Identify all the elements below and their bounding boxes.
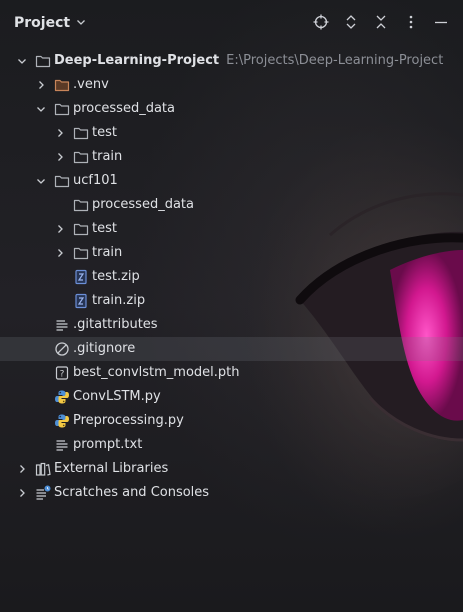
tree-item[interactable]: train bbox=[0, 145, 463, 169]
more-icon[interactable] bbox=[403, 13, 419, 31]
view-selector[interactable]: Project bbox=[14, 15, 86, 31]
tree-item[interactable]: test bbox=[0, 121, 463, 145]
tree-item[interactable]: test bbox=[0, 217, 463, 241]
tree-item[interactable]: train bbox=[0, 241, 463, 265]
tool-window-header: Project bbox=[0, 0, 463, 46]
chevron-right-icon[interactable] bbox=[54, 223, 66, 235]
unknown-file-icon: ? bbox=[54, 365, 70, 381]
folder-icon bbox=[73, 221, 89, 237]
expand-all-icon[interactable] bbox=[343, 13, 359, 31]
tree-item-label: Deep-Learning-Project bbox=[54, 53, 220, 68]
tree-item-text: test.zip bbox=[92, 269, 140, 284]
tree-item-text: train bbox=[92, 149, 122, 164]
svg-text:?: ? bbox=[60, 370, 65, 380]
tree-item-label: train bbox=[92, 149, 123, 164]
tree-item-text: processed_data bbox=[92, 197, 194, 212]
tree-item-text: processed_data bbox=[73, 101, 175, 116]
tree-item-text: prompt.txt bbox=[73, 437, 142, 452]
tree-item-text: ConvLSTM.py bbox=[73, 389, 161, 404]
chevron-right-icon[interactable] bbox=[54, 151, 66, 163]
chevron-right-icon[interactable] bbox=[54, 247, 66, 259]
collapse-all-icon[interactable] bbox=[373, 13, 389, 31]
ignore-file-icon bbox=[54, 341, 70, 357]
chevron-right-icon[interactable] bbox=[16, 487, 28, 499]
tree-item-text: test bbox=[92, 221, 117, 236]
tree-item-label: Preprocessing.py bbox=[73, 413, 184, 428]
tree-item[interactable]: .gitattributes bbox=[0, 313, 463, 337]
python-file-icon bbox=[54, 389, 70, 405]
tree-item-text: train.zip bbox=[92, 293, 145, 308]
python-file-icon bbox=[54, 413, 70, 429]
project-tree: Deep-Learning-Project E:\Projects\Deep-Le… bbox=[0, 49, 463, 505]
folder-icon bbox=[73, 197, 89, 213]
chevron-down-icon bbox=[76, 17, 86, 30]
chevron-right-icon[interactable] bbox=[54, 127, 66, 139]
folder-icon bbox=[54, 173, 70, 189]
text-file-icon bbox=[54, 317, 70, 333]
tree-item-text: Preprocessing.py bbox=[73, 413, 184, 428]
folder-icon bbox=[73, 125, 89, 141]
folder-icon bbox=[73, 149, 89, 165]
tree-item-label: External Libraries bbox=[54, 461, 169, 476]
view-title: Project bbox=[14, 15, 71, 31]
project-path: E:\Projects\Deep-Learning-Project bbox=[226, 53, 444, 68]
tree-item-text: .gitattributes bbox=[73, 317, 158, 332]
tree-item-label: best_convlstm_model.pth bbox=[73, 365, 240, 380]
tree-item[interactable]: .gitignore bbox=[0, 337, 463, 361]
folder-icon bbox=[35, 53, 51, 69]
tree-item[interactable]: processed_data bbox=[0, 193, 463, 217]
tree-item-label: .gitattributes bbox=[73, 317, 158, 332]
chevron-down-icon[interactable] bbox=[35, 175, 47, 187]
chevron-right-icon[interactable] bbox=[16, 463, 28, 475]
chevron-right-icon[interactable] bbox=[35, 79, 47, 91]
tree-item[interactable]: test.zip bbox=[0, 265, 463, 289]
folder-icon bbox=[73, 245, 89, 261]
tree-item-label: .venv bbox=[73, 77, 109, 92]
tree-item-label: prompt.txt bbox=[73, 437, 143, 452]
tree-item-label: test.zip bbox=[92, 269, 140, 284]
text-file-icon bbox=[54, 437, 70, 453]
tree-item-text: best_convlstm_model.pth bbox=[73, 365, 240, 380]
tree-item-text: Scratches and Consoles bbox=[54, 485, 209, 500]
tree-item-label: test bbox=[92, 125, 117, 140]
tree-item[interactable]: processed_data bbox=[0, 97, 463, 121]
tree-item[interactable]: train.zip bbox=[0, 289, 463, 313]
tree-item[interactable]: Deep-Learning-Project E:\Projects\Deep-Le… bbox=[0, 49, 463, 73]
tree-item-label: train bbox=[92, 245, 123, 260]
tree-item-label: test bbox=[92, 221, 117, 236]
tree-item-text: External Libraries bbox=[54, 461, 168, 476]
tree-item[interactable]: prompt.txt bbox=[0, 433, 463, 457]
tree-item-text: .gitignore bbox=[73, 341, 135, 356]
tree-item-text: Deep-Learning-Project E:\Projects\Deep-Le… bbox=[54, 53, 443, 68]
tree-item-label: processed_data bbox=[92, 197, 194, 212]
tree-item[interactable]: ucf101 bbox=[0, 169, 463, 193]
venv-folder-icon bbox=[54, 77, 70, 93]
minimize-icon[interactable] bbox=[433, 13, 449, 31]
tree-item-text: train bbox=[92, 245, 122, 260]
scratches-icon bbox=[35, 485, 51, 501]
libraries-icon bbox=[35, 461, 51, 477]
chevron-down-icon[interactable] bbox=[35, 103, 47, 115]
tree-item-label: processed_data bbox=[73, 101, 175, 116]
folder-icon bbox=[54, 101, 70, 117]
tree-item[interactable]: Scratches and Consoles bbox=[0, 481, 463, 505]
locate-icon[interactable] bbox=[313, 13, 329, 31]
tree-item[interactable]: External Libraries bbox=[0, 457, 463, 481]
tree-item-label: .gitignore bbox=[73, 341, 136, 356]
zip-file-icon bbox=[73, 269, 89, 285]
tree-item[interactable]: ? best_convlstm_model.pth bbox=[0, 361, 463, 385]
chevron-down-icon[interactable] bbox=[16, 55, 28, 67]
tree-item[interactable]: ConvLSTM.py bbox=[0, 385, 463, 409]
tree-item-text: ucf101 bbox=[73, 173, 118, 188]
tree-item-text: .venv bbox=[73, 77, 109, 92]
tree-item-label: ucf101 bbox=[73, 173, 118, 188]
tree-item-label: train.zip bbox=[92, 293, 146, 308]
zip-file-icon bbox=[73, 293, 89, 309]
tree-item[interactable]: Preprocessing.py bbox=[0, 409, 463, 433]
tree-item-text: test bbox=[92, 125, 117, 140]
project-tool-window: Project Deep-Learning-Project E:\Projects… bbox=[0, 0, 463, 612]
tree-item-label: ConvLSTM.py bbox=[73, 389, 161, 404]
tree-item-label: Scratches and Consoles bbox=[54, 485, 210, 500]
tree-item[interactable]: .venv bbox=[0, 73, 463, 97]
